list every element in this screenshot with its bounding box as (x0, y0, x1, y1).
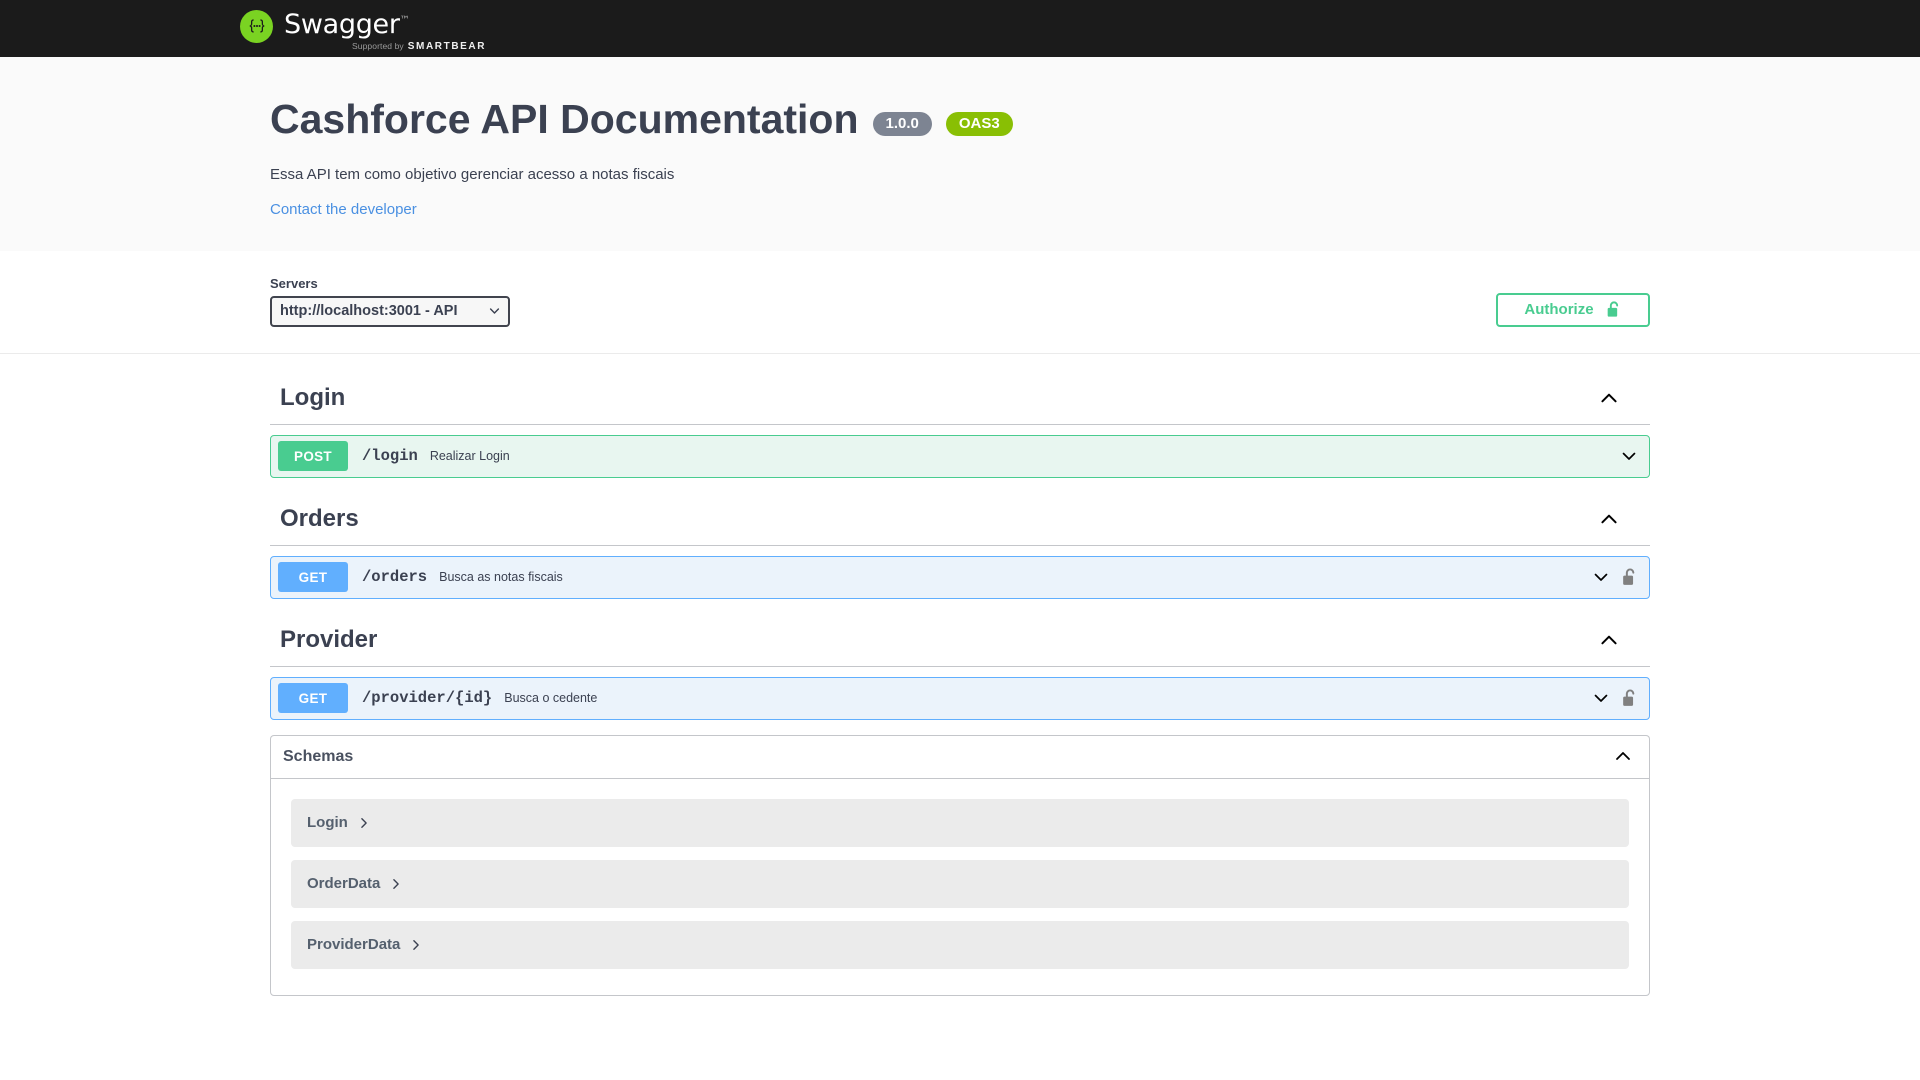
schema-name: Login (307, 814, 348, 831)
oas-badge: OAS3 (946, 112, 1013, 136)
server-selected-value: http://localhost:3001 - API (280, 303, 458, 319)
api-description: Essa API tem como objetivo gerenciar ace… (270, 164, 1650, 187)
version-badge: 1.0.0 (873, 112, 932, 136)
schema-name: ProviderData (307, 936, 400, 953)
chevron-down-icon[interactable] (1591, 567, 1611, 587)
operation-summary: Realizar Login (430, 449, 1619, 463)
tag-name: Login (280, 384, 345, 412)
brand-label: Swagger (284, 9, 400, 40)
schema-row-orderdata[interactable]: OrderData (291, 860, 1629, 908)
operation-path: /provider/{id} (362, 689, 492, 707)
chevron-down-icon (488, 305, 501, 318)
chevron-down-icon[interactable] (1619, 446, 1639, 466)
page-title: Cashforce API Documentation (270, 97, 859, 142)
chevron-right-icon[interactable] (409, 938, 423, 952)
topbar: Swagger™ Supported by SMARTBEAR (0, 0, 1920, 57)
schemas-title: Schemas (283, 748, 353, 766)
chevron-up-icon[interactable] (1598, 387, 1620, 409)
swagger-braces-icon (240, 10, 273, 43)
schema-name: OrderData (307, 875, 380, 892)
schemas-header[interactable]: Schemas (271, 736, 1649, 779)
schemas-panel: Schemas Login OrderData (270, 735, 1650, 996)
operation-get-orders[interactable]: GET /orders Busca as notas fiscais (270, 556, 1650, 599)
chevron-up-icon[interactable] (1598, 508, 1620, 530)
servers-section: Servers http://localhost:3001 - API Auth… (0, 252, 1920, 354)
chevron-up-icon[interactable] (1598, 629, 1620, 651)
tag-operations-provider: GET /provider/{id} Busca o cedente (270, 667, 1650, 720)
chevron-down-icon[interactable] (1591, 688, 1611, 708)
swagger-ui-page: Swagger™ Supported by SMARTBEAR Cashforc… (0, 0, 1920, 1080)
api-info-section: Cashforce API Documentation 1.0.0 OAS3 E… (0, 57, 1920, 252)
operations-section: Login POST /login Realizar Login (0, 354, 1920, 1026)
schema-row-providerdata[interactable]: ProviderData (291, 921, 1629, 969)
operation-summary: Busca o cedente (504, 691, 1591, 705)
contact-developer-link[interactable]: Contact the developer (270, 201, 417, 218)
brand-name: Swagger™ (284, 6, 486, 40)
authorize-label: Authorize (1524, 301, 1593, 318)
smartbear-name: SMARTBEAR (408, 41, 486, 52)
trademark-symbol: ™ (400, 15, 410, 26)
unlock-icon (1606, 300, 1622, 319)
operation-post-login[interactable]: POST /login Realizar Login (270, 435, 1650, 478)
tag-header-provider[interactable]: Provider (270, 614, 1650, 667)
tag-name: Provider (280, 626, 377, 654)
unlock-icon[interactable] (1621, 566, 1639, 588)
server-select[interactable]: http://localhost:3001 - API (270, 296, 510, 327)
tag-header-orders[interactable]: Orders (270, 493, 1650, 546)
operation-path: /orders (362, 568, 427, 586)
schema-row-login[interactable]: Login (291, 799, 1629, 847)
swagger-logo[interactable]: Swagger™ Supported by SMARTBEAR (240, 6, 486, 52)
supported-by-prefix: Supported by (352, 41, 404, 51)
tag-name: Orders (280, 505, 359, 533)
method-badge: POST (278, 441, 348, 471)
tag-operations-orders: GET /orders Busca as notas fiscais (270, 546, 1650, 599)
authorize-button[interactable]: Authorize (1496, 293, 1650, 327)
unlock-icon[interactable] (1621, 687, 1639, 709)
operation-path: /login (362, 447, 418, 465)
title-row: Cashforce API Documentation 1.0.0 OAS3 (270, 97, 1650, 142)
schemas-list: Login OrderData ProviderData (271, 779, 1649, 995)
chevron-right-icon[interactable] (357, 816, 371, 830)
supported-by: Supported by SMARTBEAR (352, 41, 486, 52)
chevron-right-icon[interactable] (389, 877, 403, 891)
tag-operations-login: POST /login Realizar Login (270, 425, 1650, 478)
bottom-spacer (270, 996, 1650, 1026)
operation-get-provider-id[interactable]: GET /provider/{id} Busca o cedente (270, 677, 1650, 720)
method-badge: GET (278, 683, 348, 713)
chevron-up-icon[interactable] (1613, 746, 1635, 768)
operation-summary: Busca as notas fiscais (439, 570, 1591, 584)
tag-header-login[interactable]: Login (270, 372, 1650, 425)
servers-label: Servers (270, 276, 510, 291)
method-badge: GET (278, 562, 348, 592)
